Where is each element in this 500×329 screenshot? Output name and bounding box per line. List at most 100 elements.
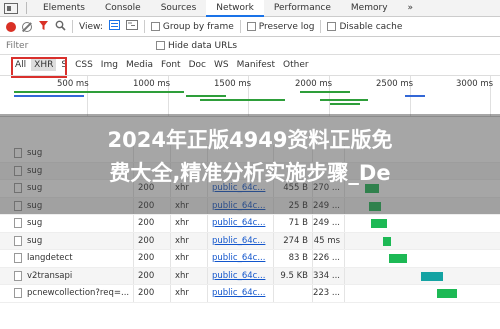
waterfall-cell [345, 233, 500, 250]
tab-performance[interactable]: Performance [264, 0, 341, 17]
request-time-cell: 334 ... [313, 267, 345, 284]
request-status: 200 [138, 270, 155, 281]
table-row[interactable]: v2transapi 200 xhr public_64c... 9.5 KB 334 .… [0, 267, 500, 285]
disable-cache-option[interactable]: Disable cache [327, 21, 402, 32]
type-filter-other[interactable]: Other [280, 59, 312, 71]
request-size-cell [274, 285, 313, 302]
request-initiator-cell[interactable]: public_64c... [208, 267, 274, 284]
preserve-log-checkbox[interactable] [246, 21, 256, 31]
group-by-frame-checkbox[interactable] [150, 21, 160, 31]
request-name: langdetect [27, 253, 73, 264]
request-size-cell: 9.5 KB [274, 267, 313, 284]
filter-funnel-icon[interactable] [38, 20, 49, 34]
headline-line-1: 2024年正版4949资料正版免 [107, 128, 393, 152]
tick-label: 2500 ms [376, 79, 414, 89]
hide-data-urls-option[interactable]: Hide data URLs [156, 40, 237, 51]
tick-label: 1000 ms [133, 79, 171, 89]
request-type: xhr [175, 235, 189, 246]
overview-bar [186, 95, 226, 97]
request-type: xhr [175, 288, 189, 299]
type-filter-doc[interactable]: Doc [186, 59, 209, 71]
waterfall-cell [345, 215, 500, 232]
view-label: View: [79, 21, 103, 32]
request-size: 274 B [283, 235, 308, 246]
request-initiator: public_64c... [212, 235, 266, 246]
table-row[interactable]: pcnewcollection?req=... 200 xhr public_64c.… [0, 285, 500, 303]
request-name-cell: sug [0, 215, 134, 232]
preserve-log-option[interactable]: Preserve log [246, 21, 314, 32]
table-row[interactable]: sug 200 xhr public_64c... 71 B 249 ... [0, 215, 500, 233]
request-status-cell: 200 [134, 250, 171, 267]
hide-data-urls-checkbox[interactable] [156, 40, 165, 50]
request-name-cell: v2transapi [0, 267, 134, 284]
request-size: 9.5 KB [280, 270, 308, 281]
tick-label: 1500 ms [214, 79, 252, 89]
overview-bar [320, 99, 368, 101]
tab-memory[interactable]: Memory [341, 0, 398, 17]
filter-bar: Hide data URLs [0, 37, 500, 55]
request-time-cell: 145 ms [313, 232, 345, 249]
filter-input[interactable] [6, 38, 156, 53]
waterfall-cell [345, 250, 500, 267]
request-type-cell: xhr [171, 215, 208, 232]
request-initiator-cell[interactable]: public_64c... [208, 232, 274, 249]
tab-console[interactable]: Console [95, 0, 151, 17]
tab-network[interactable]: Network [206, 0, 264, 17]
request-name-cell: langdetect [0, 250, 134, 267]
disable-cache-checkbox[interactable] [327, 21, 337, 31]
type-filter-media[interactable]: Media [123, 59, 156, 71]
more-tabs-button[interactable]: » [398, 0, 424, 17]
list-view-icon[interactable] [108, 20, 120, 33]
request-type-cell: xhr [171, 250, 208, 267]
separator [320, 20, 322, 33]
type-filter-ws[interactable]: WS [211, 59, 232, 71]
tick-label: 2000 ms [295, 79, 333, 89]
clear-icon[interactable] [22, 21, 32, 32]
type-filter-css[interactable]: CSS [72, 59, 96, 71]
group-by-frame-option[interactable]: Group by frame [150, 21, 234, 32]
type-filter-img[interactable]: Img [98, 59, 121, 71]
request-initiator: public_64c... [212, 253, 266, 264]
type-filter-manifest[interactable]: Manifest [234, 59, 278, 71]
headline-line-2: 费大全,精准分析实施步骤_De [109, 161, 391, 185]
waterfall-bar [371, 219, 387, 228]
separator [239, 20, 241, 33]
request-initiator-cell[interactable]: public_64c... [208, 215, 274, 232]
table-row[interactable]: langdetect 200 xhr public_64c... 83 B 226 ... [0, 250, 500, 268]
overview-timeline[interactable]: 500 ms 1000 ms 1500 ms 2000 ms 2500 ms 3… [0, 75, 500, 117]
search-icon[interactable] [55, 20, 66, 34]
request-time-cell: 226 ... [313, 250, 345, 267]
request-time: 223 ... [313, 288, 340, 299]
overlay-headline: 2024年正版4949资料正版免 费大全,精准分析实施步骤_De [0, 124, 500, 190]
request-size: 83 B [288, 253, 308, 264]
waterfall-cell [345, 268, 500, 285]
tab-elements[interactable]: Elements [33, 0, 95, 17]
request-size: 71 B [288, 218, 308, 229]
request-status-cell: 200 [134, 267, 171, 284]
request-time: 145 ms [313, 235, 340, 246]
request-status-cell: 200 [134, 215, 171, 232]
dock-icon[interactable] [4, 2, 18, 14]
request-type: xhr [175, 253, 189, 264]
request-time-cell: 249 ... [313, 215, 345, 232]
request-status: 200 [138, 235, 155, 246]
request-initiator: public_64c... [212, 288, 266, 299]
waterfall-bar [383, 236, 391, 246]
tab-sources[interactable]: Sources [151, 0, 207, 17]
request-name: sug [27, 235, 43, 246]
table-row[interactable]: sug 200 xhr public_64c... 274 B 145 ms [0, 232, 500, 250]
separator [143, 20, 145, 33]
file-icon [14, 218, 22, 229]
overview-bar [405, 95, 425, 97]
request-type: xhr [175, 270, 189, 281]
waterfall-bar [437, 289, 457, 298]
waterfall-cell [345, 285, 500, 302]
request-initiator-cell[interactable]: public_64c... [208, 250, 274, 267]
network-toolbar: View: Group by frame Preserve log Disabl… [0, 17, 500, 37]
request-status-cell: 200 [134, 285, 171, 302]
record-icon[interactable] [6, 21, 16, 32]
tick-label: 500 ms [57, 79, 89, 89]
request-initiator-cell[interactable]: public_64c... [208, 285, 274, 302]
waterfall-view-icon[interactable] [125, 20, 138, 33]
type-filter-font[interactable]: Font [158, 59, 184, 71]
